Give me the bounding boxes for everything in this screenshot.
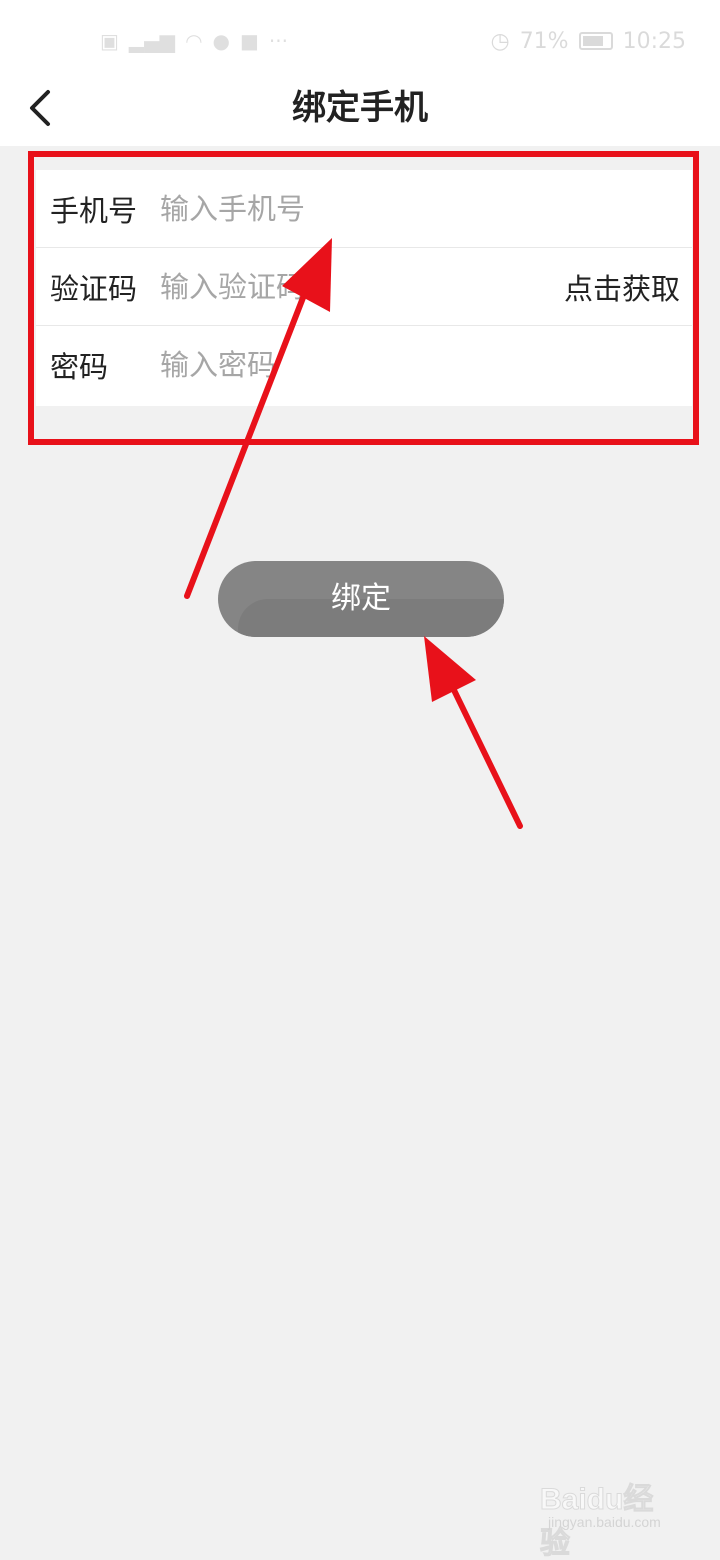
wifi-icon: ◠ bbox=[185, 29, 203, 53]
baidu-watermark: Baidu经验 jingyan.baidu.com bbox=[540, 1462, 680, 1560]
more-icon: ··· bbox=[268, 29, 288, 53]
bind-phone-form: 手机号 验证码 点击获取 密码 bbox=[36, 170, 692, 406]
code-input[interactable] bbox=[160, 256, 520, 317]
battery-icon bbox=[578, 32, 613, 50]
password-row: 密码 bbox=[36, 326, 692, 404]
status-time: 10:25 bbox=[622, 28, 686, 54]
status-icons-left: ▣ ▂▄▆ ◠ ● ■ ··· bbox=[100, 26, 288, 56]
status-bar: ▣ ▂▄▆ ◠ ● ■ ··· ◷ 71% 10:25 bbox=[0, 0, 720, 80]
get-code-button[interactable]: 点击获取 bbox=[564, 266, 680, 308]
watermark-url: jingyan.baidu.com bbox=[548, 1514, 661, 1530]
phone-label: 手机号 bbox=[50, 193, 138, 228]
arrow-to-button bbox=[449, 683, 523, 829]
arrow-to-button-head bbox=[424, 636, 476, 702]
bind-button-label: 绑定 bbox=[331, 581, 391, 616]
header: 绑定手机 bbox=[0, 80, 720, 146]
battery-percent: 71% bbox=[519, 28, 569, 54]
app-icon: ■ bbox=[239, 29, 259, 53]
alarm-icon: ◷ bbox=[490, 28, 510, 54]
bind-button[interactable]: 绑定 bbox=[218, 561, 504, 637]
code-row: 验证码 点击获取 bbox=[36, 248, 692, 326]
page-title: 绑定手机 bbox=[292, 88, 428, 128]
notification-icon: ● bbox=[212, 29, 230, 53]
status-icons-right: ◷ 71% 10:25 bbox=[490, 26, 686, 56]
phone-row: 手机号 bbox=[36, 170, 692, 248]
password-label: 密码 bbox=[50, 350, 109, 384]
phone-input[interactable] bbox=[160, 178, 520, 239]
signal-icon: ▂▄▆ bbox=[128, 29, 176, 53]
sim-icon: ▣ bbox=[100, 29, 119, 53]
password-input[interactable] bbox=[160, 335, 520, 395]
code-label: 验证码 bbox=[50, 271, 138, 306]
